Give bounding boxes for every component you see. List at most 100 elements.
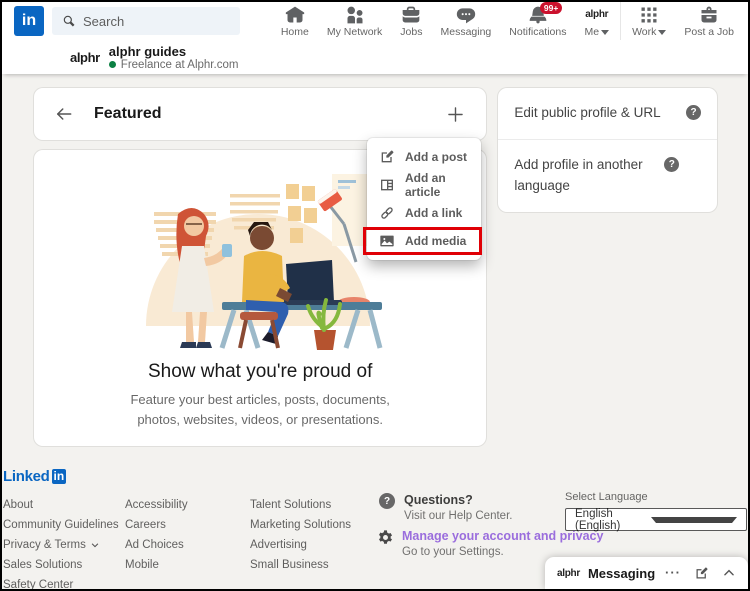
nav-me-label: Me	[584, 26, 599, 38]
page-title: Featured	[94, 105, 162, 123]
manage-account-link[interactable]: Manage your account and privacy	[402, 529, 603, 544]
my-network-icon	[345, 5, 365, 25]
add-profile-language-label: Add profile in another language	[514, 155, 664, 197]
nav-work[interactable]: Work	[623, 2, 675, 40]
nav-jobs[interactable]: Jobs	[391, 2, 431, 40]
footer-logo-badge: in	[52, 469, 67, 484]
edit-public-profile-link[interactable]: Edit public profile & URL ?	[498, 88, 717, 139]
add-profile-language-link[interactable]: Add profile in another language ?	[498, 140, 717, 212]
footer-manage-block: Manage your account and privacy Go to yo…	[377, 529, 603, 558]
caret-down-icon	[601, 30, 609, 35]
footer-link-ad-choices[interactable]: Ad Choices	[125, 535, 250, 555]
compose-icon[interactable]	[694, 566, 709, 581]
menu-item-label: Add a post	[405, 150, 467, 164]
footer-link-accessibility[interactable]: Accessibility	[125, 495, 250, 515]
notification-badge: 99+	[540, 2, 562, 14]
footer-link-marketing-solutions[interactable]: Marketing Solutions	[250, 515, 380, 535]
empty-state-line2: photos, websites, videos, or presentatio…	[34, 410, 486, 430]
empty-state-illustration	[134, 162, 386, 350]
footer-wordmark: Linked	[3, 468, 50, 485]
footer-linkedin-logo: Linked in	[3, 468, 66, 485]
empty-state-line1: Feature your best articles, posts, docum…	[34, 390, 486, 410]
nav-messaging-label: Messaging	[440, 26, 491, 38]
footer-link-mobile[interactable]: Mobile	[125, 555, 250, 575]
help-question-icon[interactable]: ?	[664, 157, 679, 172]
nav-messaging[interactable]: Messaging	[431, 2, 500, 40]
select-caret-icon	[651, 517, 737, 523]
gear-icon	[377, 529, 394, 546]
menu-item-label: Add media	[405, 234, 466, 248]
messaging-overflow-icon[interactable]: ···	[665, 568, 681, 578]
empty-state-title: Show what you're proud of	[34, 361, 486, 383]
menu-item-add-an-article[interactable]: Add an article	[367, 171, 481, 199]
footer-link-small-business[interactable]: Small Business	[250, 555, 380, 575]
edit-public-profile-label: Edit public profile & URL	[514, 103, 686, 124]
nav-home-label: Home	[281, 26, 309, 38]
footer-link-talent-solutions[interactable]: Talent Solutions	[250, 495, 380, 515]
profile-avatar[interactable]: alphr	[70, 50, 100, 65]
footer-column-3: Talent Solutions Marketing Solutions Adv…	[250, 495, 380, 591]
search-bar[interactable]	[52, 7, 240, 35]
add-post-icon	[379, 149, 395, 165]
nav-work-label: Work	[632, 26, 656, 38]
questions-title[interactable]: Questions?	[404, 493, 512, 508]
footer-link-about[interactable]: About	[3, 495, 125, 515]
add-article-icon	[379, 177, 395, 193]
nav-post-a-job[interactable]: Post a Job	[675, 2, 748, 40]
chevron-down-icon	[90, 540, 100, 550]
profile-context-bar: alphr alphr guides Freelance at Alphr.co…	[2, 40, 748, 74]
footer-link-privacy-terms[interactable]: Privacy & Terms	[3, 535, 125, 555]
chevron-up-icon[interactable]	[722, 566, 736, 580]
menu-item-label: Add a link	[405, 206, 462, 220]
help-question-icon[interactable]: ?	[686, 105, 701, 120]
messaging-widget[interactable]: alphr Messaging ···	[545, 557, 748, 589]
linkedin-page: in Home My Network Jobs Messaging	[0, 0, 750, 591]
footer-link-careers[interactable]: Careers	[125, 515, 250, 535]
language-select-value: English (English)	[575, 508, 651, 532]
footer-link-community-guidelines[interactable]: Community Guidelines	[3, 515, 125, 535]
footer-column-1: About Community Guidelines Privacy & Ter…	[3, 495, 125, 591]
nav-home[interactable]: Home	[272, 2, 318, 40]
presence-dot-icon	[109, 61, 116, 68]
nav-my-network[interactable]: My Network	[318, 2, 391, 40]
select-language-label: Select Language	[565, 491, 747, 503]
footer-language-block: Select Language English (English)	[565, 491, 747, 531]
nav-my-network-label: My Network	[327, 26, 382, 38]
back-arrow-icon[interactable]	[54, 104, 74, 124]
add-featured-button[interactable]	[445, 104, 466, 125]
menu-item-label: Add an article	[405, 171, 469, 199]
profile-tools-card: Edit public profile & URL ? Add profile …	[498, 88, 717, 212]
nav-post-a-job-label: Post a Job	[684, 26, 734, 38]
me-avatar: alphr	[585, 5, 608, 25]
jobs-icon	[401, 5, 421, 25]
add-link-icon	[379, 205, 395, 221]
menu-item-add-a-link[interactable]: Add a link	[367, 199, 481, 227]
nav-items: Home My Network Jobs Messaging 99+ Notif…	[272, 2, 748, 40]
post-job-icon	[699, 5, 719, 25]
nav-notifications-label: Notifications	[509, 26, 566, 38]
footer-link-sales-solutions[interactable]: Sales Solutions	[3, 555, 125, 575]
questions-subtitle: Visit our Help Center.	[404, 510, 512, 522]
search-input[interactable]	[83, 14, 213, 29]
home-icon	[285, 5, 305, 25]
top-navigation-bar: in Home My Network Jobs Messaging	[2, 2, 748, 40]
footer-column-2: Accessibility Careers Ad Choices Mobile	[125, 495, 250, 591]
profile-name: alphr guides	[109, 44, 239, 59]
nav-jobs-label: Jobs	[400, 26, 422, 38]
menu-item-add-media[interactable]: Add media	[367, 227, 481, 255]
work-grid-icon	[639, 5, 659, 25]
footer-link-advertising[interactable]: Advertising	[250, 535, 380, 555]
linkedin-logo[interactable]: in	[14, 6, 44, 36]
footer-link-safety-center[interactable]: Safety Center	[3, 575, 125, 591]
nav-divider	[620, 2, 621, 40]
language-select[interactable]: English (English)	[565, 508, 747, 531]
search-icon	[62, 14, 76, 28]
nav-notifications[interactable]: 99+ Notifications	[500, 2, 575, 40]
footer-questions-block: ? Questions? Visit our Help Center.	[379, 493, 512, 522]
add-media-icon	[379, 233, 395, 249]
profile-status: Freelance at Alphr.com	[121, 59, 239, 71]
nav-me[interactable]: alphr Me	[575, 2, 618, 40]
menu-item-add-a-post[interactable]: Add a post	[367, 143, 481, 171]
featured-header-card: Featured	[34, 88, 486, 140]
add-featured-dropdown: Add a post Add an article Add a link Add…	[367, 138, 481, 260]
